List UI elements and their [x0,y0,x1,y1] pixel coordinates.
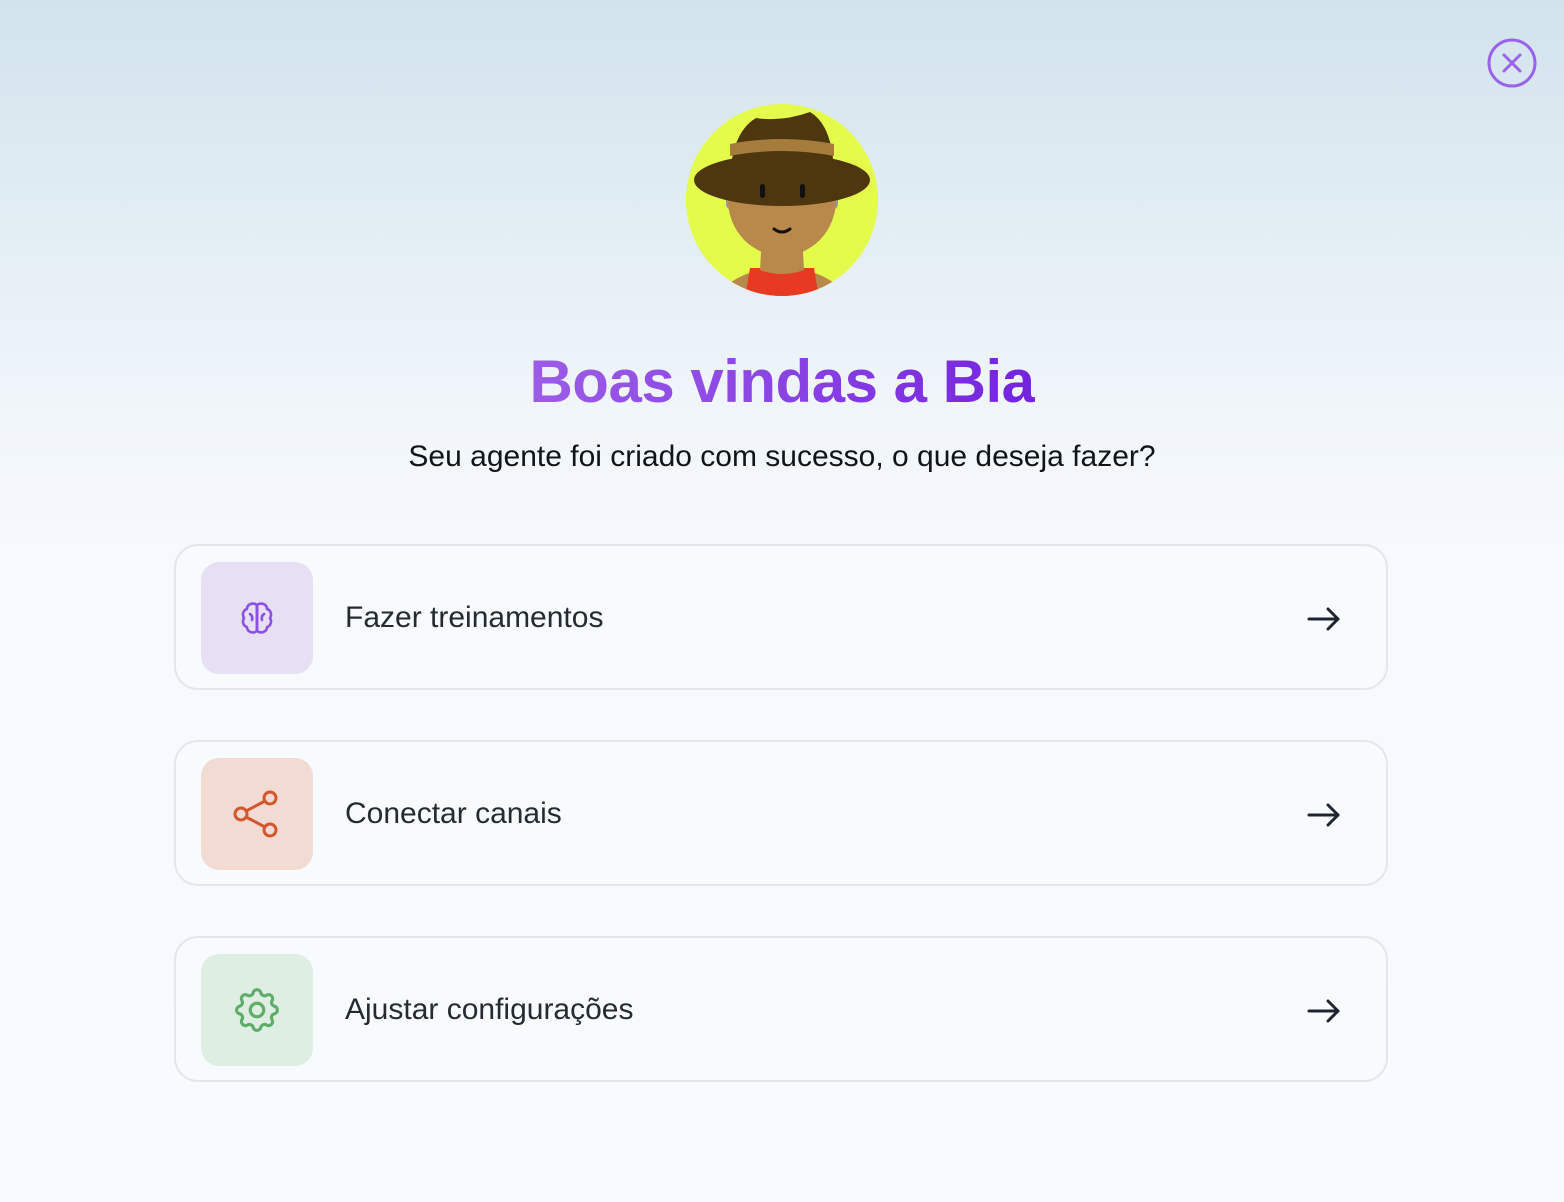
option-connect-channels[interactable]: Conectar canais [174,740,1388,886]
farmer-avatar-icon [686,104,878,296]
brain-icon [241,602,273,634]
agent-avatar [686,104,878,296]
option-connect-icon-box [201,758,313,870]
close-button[interactable] [1486,37,1538,89]
option-train-icon-box [201,562,313,674]
page-subtitle: Seu agente foi criado com sucesso, o que… [408,440,1156,473]
arrow-right-icon [1307,999,1340,1023]
page-title-text: Boas vindas a Bia [529,348,1035,415]
option-connect-label: Conectar canais [345,797,562,830]
option-adjust-settings[interactable]: Ajustar configurações [174,936,1388,1082]
option-train-label: Fazer treinamentos [345,601,604,634]
arrow-right-icon [1307,803,1340,827]
share-icon [233,790,278,838]
option-train[interactable]: Fazer treinamentos [174,544,1388,690]
page-title: Boas vindas a Bia [0,340,1564,424]
gear-icon [235,988,279,1032]
option-settings-icon-box [201,954,313,1066]
option-settings-label: Ajustar configurações [345,993,634,1026]
close-circle-icon [1487,38,1537,88]
arrow-right-icon [1307,607,1340,631]
